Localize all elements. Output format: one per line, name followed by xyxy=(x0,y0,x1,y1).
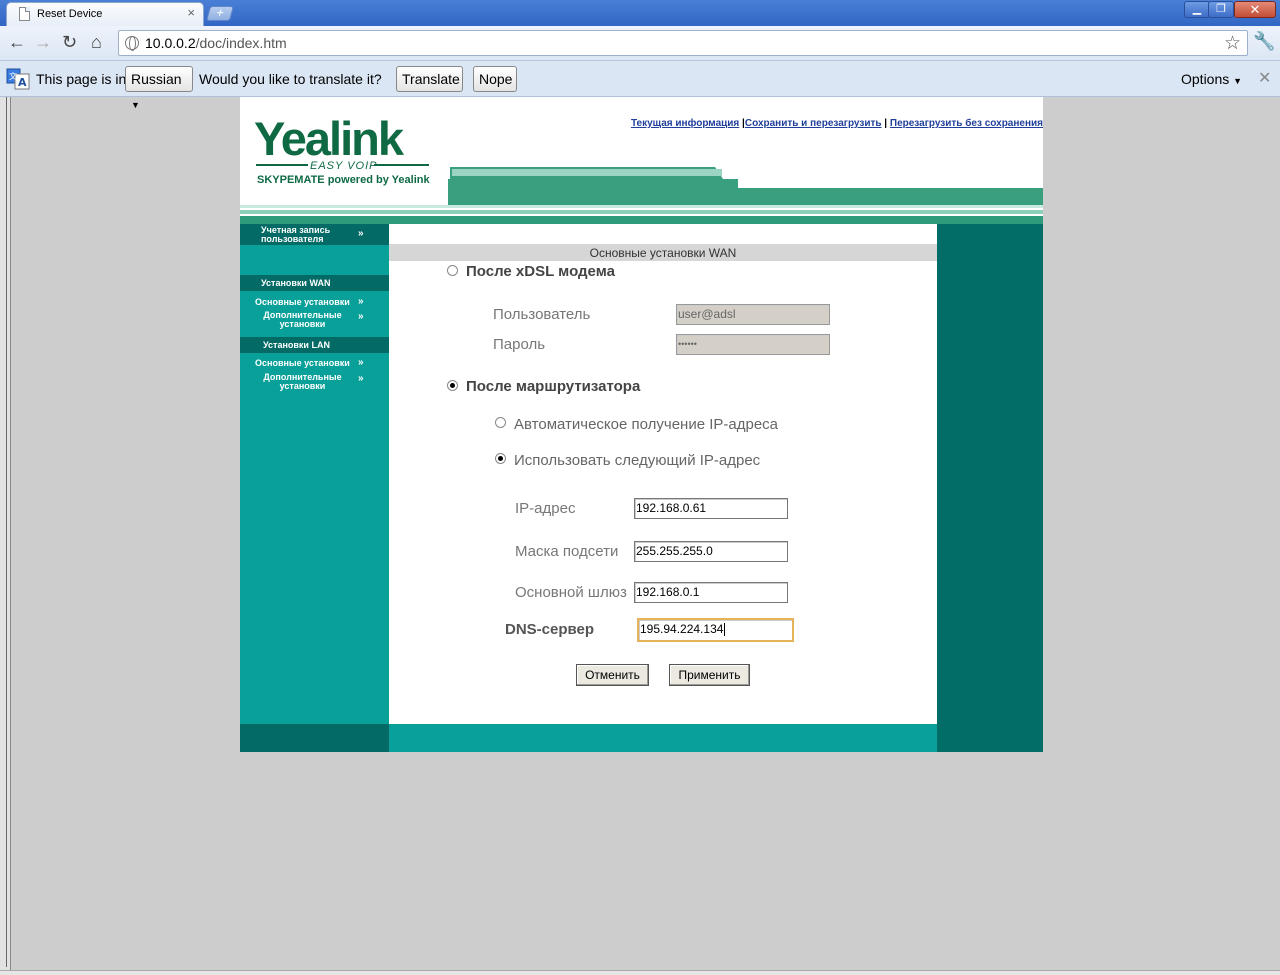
radio-xdsl[interactable] xyxy=(447,265,458,276)
static-ip-label: Использовать следующий IP-адрес xyxy=(514,452,761,469)
bookmark-star-icon[interactable]: ☆ xyxy=(1224,32,1241,55)
home-icon[interactable]: ⌂ xyxy=(91,32,102,52)
window-close-button[interactable]: ✕ xyxy=(1234,1,1276,18)
mask-input[interactable]: 255.255.255.0 xyxy=(634,541,788,562)
sidebar-item-label: Основные установки xyxy=(255,358,350,368)
user-input[interactable]: user@adsl xyxy=(676,304,830,325)
maximize-button[interactable]: ❐ xyxy=(1208,1,1234,18)
status-edge xyxy=(0,970,1280,975)
router-label: После маршрутизатора xyxy=(466,378,641,395)
language-select[interactable]: Russian ▼ xyxy=(125,66,193,110)
dropdown-arrow-icon: ▼ xyxy=(1233,76,1243,86)
apply-button[interactable]: Применить xyxy=(669,664,750,686)
forward-arrow-icon[interactable]: → xyxy=(34,32,52,52)
link-current-info[interactable]: Текущая информация xyxy=(631,118,739,129)
address-bar[interactable]: 10.0.0.2/doc/index.htm ☆ xyxy=(118,30,1248,56)
sidebar-item-lan-advanced[interactable]: Дополнительные установки » xyxy=(240,373,389,393)
dns-label: DNS-сервер xyxy=(505,621,595,638)
link-save-reboot[interactable]: Сохранить и перезагрузить xyxy=(745,118,882,129)
sidebar-head-lan: Установки LAN xyxy=(240,337,389,353)
auto-ip-label: Автоматическое получение IP-адреса xyxy=(514,416,779,433)
xdsl-label: После xDSL модема xyxy=(466,263,615,280)
reload-icon[interactable]: ↻ xyxy=(62,32,77,52)
yealink-config-page: Yealink EASY VOIP SKYPEMATE powered by Y… xyxy=(240,97,1043,752)
text-caret xyxy=(724,623,726,637)
sidebar-item-label: установки xyxy=(279,319,326,329)
chevron-right-icon: » xyxy=(358,311,364,322)
gateway-label: Основной шлюз xyxy=(515,584,627,601)
header-band-gap xyxy=(738,179,1043,188)
tab-title: Reset Device xyxy=(37,8,103,20)
link-reboot-no-save[interactable]: Перезагрузить без сохранения xyxy=(890,118,1043,129)
ip-label: IP-адрес xyxy=(515,500,576,517)
back-arrow-icon[interactable]: ← xyxy=(8,32,26,52)
form-title: Основные установки WAN xyxy=(389,244,937,261)
top-links: Текущая информация |Сохранить и перезагр… xyxy=(631,118,1043,129)
sidebar-item-lan-basic[interactable]: Основные установки » xyxy=(240,357,389,370)
chevron-right-icon: » xyxy=(358,357,364,368)
svg-text:文: 文 xyxy=(9,71,17,81)
logo-rule xyxy=(374,164,429,166)
footer-band xyxy=(389,724,937,752)
page-left-edge xyxy=(0,97,11,975)
radio-static-ip[interactable] xyxy=(495,453,506,464)
sidebar-item-wan-basic[interactable]: Основные установки » xyxy=(240,296,389,309)
sidebar-item-wan-advanced[interactable]: Дополнительные установки » xyxy=(240,311,389,331)
minimize-button[interactable]: ▁ xyxy=(1184,1,1210,18)
link-separator: | xyxy=(884,118,888,129)
logo-rule xyxy=(256,164,308,166)
translate-infobar: A 文 This page is in Russian ▼ Would you … xyxy=(0,61,1280,110)
dns-value: 195.94.224.134 xyxy=(640,622,724,636)
page-icon xyxy=(19,7,30,21)
password-label: Пароль xyxy=(493,336,546,353)
browser-toolbar: ← → ↻ ⌂ 10.0.0.2/doc/index.htm ☆ 🔧 xyxy=(0,26,1280,61)
user-label: Пользователь xyxy=(493,306,591,323)
dropdown-arrow-icon: ▼ xyxy=(131,100,140,110)
ip-input[interactable]: 192.168.0.61 xyxy=(634,498,788,519)
chevron-right-icon: » xyxy=(358,228,364,239)
translate-icon: A 文 xyxy=(6,68,30,90)
header-graphic xyxy=(448,167,1043,207)
gateway-input[interactable]: 192.168.0.1 xyxy=(634,582,788,603)
header-tab-highlight xyxy=(452,169,722,176)
logo-subline: SKYPEMATE powered by Yealink xyxy=(257,174,430,186)
password-input[interactable]: •••••• xyxy=(676,334,830,355)
infobar-question: Would you like to translate it? xyxy=(199,71,382,87)
cancel-button[interactable]: Отменить xyxy=(576,664,649,686)
logo-text: Yealink xyxy=(254,112,404,165)
close-tab-icon[interactable]: × xyxy=(187,6,195,20)
wrench-icon[interactable]: 🔧 xyxy=(1253,31,1275,52)
chevron-right-icon: » xyxy=(358,373,364,384)
browser-tab[interactable]: Reset Device × xyxy=(6,2,204,26)
sidebar-item-label: Основные установки xyxy=(255,297,350,307)
chevron-right-icon: » xyxy=(358,296,364,307)
radio-auto-ip[interactable] xyxy=(495,417,506,428)
sidebar-item-label: пользователя xyxy=(261,234,324,244)
nope-button[interactable]: Nope xyxy=(473,66,517,92)
dns-input[interactable]: 195.94.224.134 xyxy=(637,618,794,642)
translate-button[interactable]: Translate xyxy=(396,66,463,92)
svg-text:A: A xyxy=(18,76,27,89)
header-stripes xyxy=(240,205,1043,224)
logo-tagline: EASY VOIP xyxy=(310,160,378,172)
right-column xyxy=(937,224,1043,752)
options-menu[interactable]: Options ▼ xyxy=(1181,71,1242,87)
radio-router[interactable] xyxy=(447,380,458,391)
infobar-text: This page is in xyxy=(36,71,127,87)
sidebar: Учетная запись пользователя » Установки … xyxy=(240,224,389,752)
new-tab-button[interactable]: + xyxy=(205,5,235,21)
mask-label: Маска подсети xyxy=(515,543,619,560)
window-titlebar: Reset Device × + ▁ ❐ ✕ xyxy=(0,0,1280,26)
infobar-close-icon[interactable]: ✕ xyxy=(1258,68,1271,88)
yealink-logo: Yealink EASY VOIP SKYPEMATE powered by Y… xyxy=(254,113,434,193)
url-text[interactable]: 10.0.0.2/doc/index.htm xyxy=(145,35,287,51)
globe-icon xyxy=(125,36,139,51)
sidebar-head-wan: Установки WAN xyxy=(240,275,389,291)
sidebar-footer xyxy=(240,724,389,752)
sidebar-item-label: установки xyxy=(279,381,326,391)
sidebar-item-account[interactable]: Учетная запись пользователя » xyxy=(240,224,389,245)
